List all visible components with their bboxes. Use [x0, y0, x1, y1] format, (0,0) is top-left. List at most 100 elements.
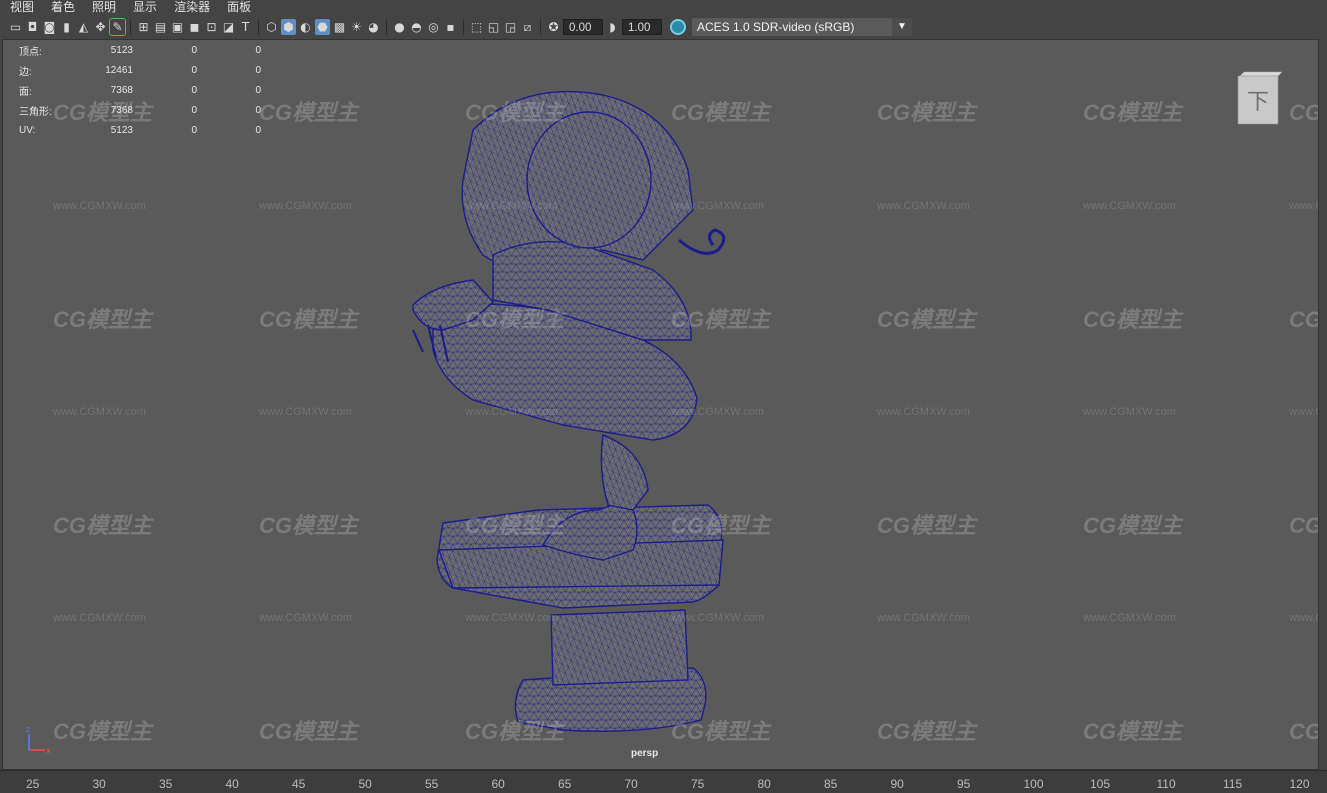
watermark-logo: CG模型主 [1083, 307, 1183, 332]
use-all-lights-icon[interactable]: ☀ [349, 19, 364, 35]
gate-mask-icon[interactable]: ◼ [187, 19, 202, 35]
watermark-url: www.CGMXW.com [53, 612, 146, 624]
xray-joints-icon[interactable]: ⧄ [520, 19, 535, 35]
watermark-url: www.CGMXW.com [1083, 406, 1176, 418]
watermark-url: www.CGMXW.com [259, 200, 352, 212]
field-chart-icon[interactable]: ⊡ [204, 19, 219, 35]
depth-of-field-icon[interactable]: ▪ [443, 19, 458, 35]
tail-curl [678, 228, 726, 255]
watermark-logo: CG模型主 [259, 719, 359, 744]
hud-row: 顶点: 5123 0 0 [19, 40, 261, 60]
timeline-tick: 50 [358, 777, 372, 791]
timeline-tick: 95 [957, 777, 971, 791]
hud-a: 0 [191, 124, 197, 136]
toolbar-separator [258, 19, 259, 35]
timeline-tick: 110 [1156, 777, 1176, 791]
select-camera-icon[interactable]: ▭ [8, 19, 23, 35]
time-slider[interactable]: 25 30 35 40 45 50 55 60 65 70 75 80 85 90 95 100 105 110 1… [0, 770, 1327, 793]
gamma-field[interactable]: 1.00 [622, 19, 662, 35]
hud-row: 边: 12461 0 0 [19, 60, 261, 80]
leg-wire [600, 434, 649, 511]
screen-space-ao-icon[interactable]: ● [392, 19, 407, 35]
color-space-dropdown[interactable]: ACES 1.0 SDR-video (sRGB) ▼ [692, 18, 912, 36]
hud-b: 0 [255, 64, 261, 76]
watermark-logo: CG模型主 [1289, 719, 1319, 744]
watermark-logo: CG模型主 [259, 513, 359, 538]
timeline-tick: 25 [26, 777, 40, 791]
viewport-toolbar: ▭ ◘ ◙ ▮ ◭ ✥ ✎ ⊞ ▤ ▣ ◼ ⊡ ◪ T ⬡ ⬢ ◐ ⬣ ▩ ☀ … [0, 15, 1327, 39]
toolbar-separator [540, 19, 541, 35]
safe-action-icon[interactable]: ◪ [221, 19, 236, 35]
smooth-shade-icon[interactable]: ⬢ [281, 19, 296, 35]
watermark-url: www.CGMXW.com [53, 406, 146, 418]
2d-pan-zoom-icon[interactable]: ✥ [93, 19, 108, 35]
hud-row: UV: 5123 0 0 [19, 120, 261, 140]
hud-value: 7368 [110, 84, 133, 96]
hud-label: 三角形: [19, 106, 52, 118]
watermark-url: www.CGMXW.com [465, 612, 558, 624]
hud-a: 0 [191, 44, 197, 56]
gamma-icon[interactable]: ◗ [605, 19, 620, 35]
watermark-logo: CG模型主 [1083, 100, 1183, 125]
timeline-tick: 45 [292, 777, 306, 791]
watermark-url: www.CGMXW.com [259, 406, 352, 418]
color-management-icon[interactable] [670, 19, 686, 35]
timeline-tick: 105 [1090, 777, 1111, 791]
image-plane-icon[interactable]: ◭ [76, 19, 91, 35]
svg-text:x: x [46, 746, 51, 755]
watermark-url: www.CGMXW.com [671, 406, 764, 418]
watermark-url: www.CGMXW.com [1083, 200, 1176, 212]
wireframe-on-shaded-icon[interactable]: ⬣ [315, 19, 330, 35]
chevron-down-icon[interactable]: ▼ [892, 18, 912, 36]
watermark-logo: CG模型主 [877, 307, 977, 332]
watermark-logo: CG模型主 [1083, 719, 1183, 744]
watermark-logo: CG模型主 [259, 100, 359, 125]
multisample-aa-icon[interactable]: ◎ [426, 19, 441, 35]
isolate-select-icon[interactable]: ⬚ [469, 19, 484, 35]
watermark-logo: CG模型主 [259, 307, 359, 332]
shadows-icon[interactable]: ◕ [366, 19, 381, 35]
hud-label: 边: [19, 66, 32, 78]
camera-attributes-icon[interactable]: ◙ [42, 19, 57, 35]
watermark-url: www.CGMXW.com [877, 200, 970, 212]
grease-pencil-icon[interactable]: ✎ [109, 18, 126, 36]
grid-icon[interactable]: ⊞ [136, 19, 151, 35]
xray-icon[interactable]: ◱ [486, 19, 501, 35]
textured-icon[interactable]: ▩ [332, 19, 347, 35]
watermark-url: www.CGMXW.com [671, 200, 764, 212]
hud-value: 7368 [110, 104, 133, 116]
timeline-tick: 115 [1223, 777, 1243, 791]
hud-b: 0 [255, 84, 261, 96]
3d-viewport[interactable]: CG模型主 CG模型主 CG模型主 CG模型主 CG模型主 CG模型主 CG模型主 CG模型主… [2, 39, 1319, 770]
wireframe-icon[interactable]: ⬡ [264, 19, 279, 35]
watermark-url: www.CGMXW.com [877, 612, 970, 624]
xray-active-icon[interactable]: ◲ [503, 19, 518, 35]
menu-bar: 视图 着色 照明 显示 渲染器 面板 [0, 0, 1327, 15]
hud-b: 0 [255, 44, 261, 56]
viewcube-label: 下 [1247, 90, 1269, 115]
bookmark-icon[interactable]: ▮ [59, 19, 74, 35]
timeline-tick: 90 [890, 777, 904, 791]
watermark-logo: CG模型主 [53, 719, 153, 744]
menu-panels[interactable]: 面板 [217, 0, 258, 15]
base-pillar-wire [550, 609, 689, 686]
toolbar-separator [130, 19, 131, 35]
view-cube[interactable]: 下 [1236, 68, 1282, 126]
motion-blur-icon[interactable]: ◓ [409, 19, 424, 35]
watermark-logo: CG模型主 [1289, 100, 1319, 125]
film-gate-icon[interactable]: ▤ [153, 19, 168, 35]
exposure-icon[interactable]: ✪ [546, 19, 561, 35]
lock-camera-icon[interactable]: ◘ [25, 19, 40, 35]
menu-renderer[interactable]: 渲染器 [164, 0, 217, 15]
menu-shading[interactable]: 着色 [41, 0, 82, 15]
hud-label: UV: [19, 124, 36, 136]
timeline-tick: 75 [691, 777, 705, 791]
resolution-gate-icon[interactable]: ▣ [170, 19, 185, 35]
watermark-logo: CG模型主 [671, 307, 771, 332]
default-material-icon[interactable]: ◐ [298, 19, 313, 35]
safe-title-icon[interactable]: T [238, 19, 253, 35]
exposure-field[interactable]: 0.00 [563, 19, 603, 35]
menu-view[interactable]: 视图 [0, 0, 41, 15]
menu-lighting[interactable]: 照明 [82, 0, 123, 15]
menu-show[interactable]: 显示 [123, 0, 164, 15]
